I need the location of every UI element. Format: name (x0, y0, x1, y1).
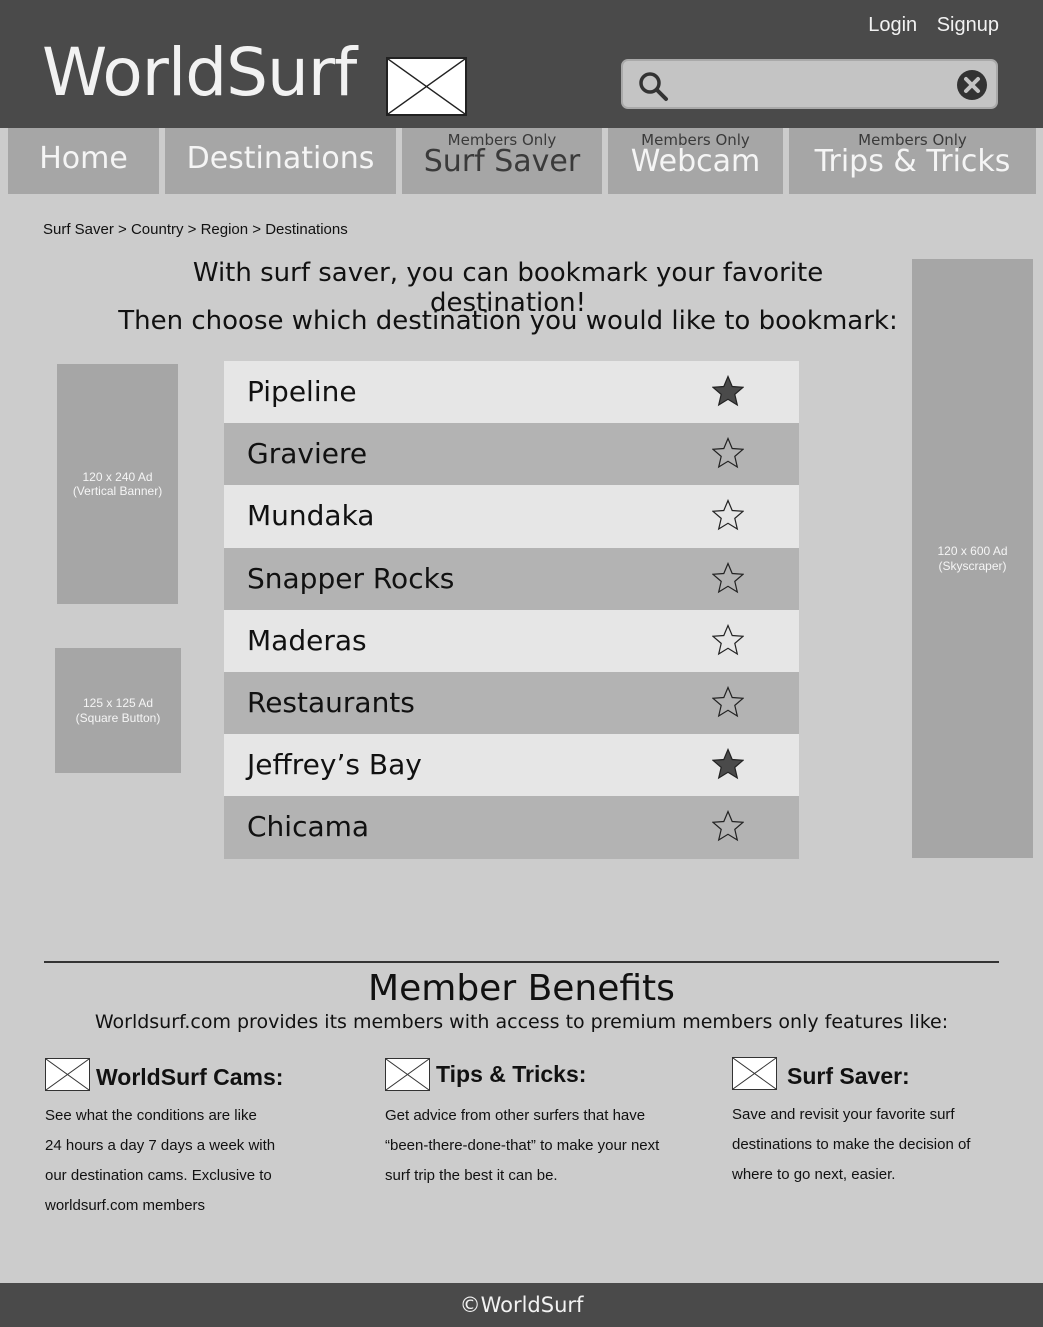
destination-name: Maderas (247, 623, 367, 657)
benefit-line: 24 hours a day 7 days a week with (45, 1137, 276, 1154)
benefit-text: Get advice from other surfers that have … (385, 1101, 685, 1191)
intro-line-2: Then choose which destination you would … (118, 306, 898, 336)
signup-link[interactable]: Signup (937, 14, 999, 36)
tab-label: Surf Saver (423, 144, 581, 179)
clear-icon[interactable] (956, 69, 988, 101)
destination-list: Pipeline Graviere Mundaka Snapper Rocks Made… (224, 361, 799, 859)
ad-square-button[interactable]: 125 x 125 Ad (Square Button) (55, 648, 181, 773)
tab-trips-tricks[interactable]: Members Only Trips & Tricks (789, 128, 1036, 194)
benefit-line: our destination cams. Exclusive to (45, 1167, 272, 1184)
destination-row[interactable]: Restaurants (224, 671, 799, 735)
logo-image-placeholder (386, 57, 467, 116)
destination-name: Restaurants (247, 685, 415, 719)
tab-webcam[interactable]: Members Only Webcam (608, 128, 783, 194)
destination-name: Mundaka (247, 499, 375, 533)
image-placeholder-icon (732, 1057, 777, 1090)
destination-row[interactable]: Snapper Rocks (224, 547, 799, 610)
benefit-title: Surf Saver: (787, 1063, 910, 1089)
ad-size-label: 120 x 600 Ad (937, 544, 1008, 559)
tab-home[interactable]: Home (8, 128, 159, 194)
benefit-line: Get advice from other surfers that have (385, 1107, 646, 1124)
tab-label: Destinations (186, 141, 375, 176)
ad-vertical-banner[interactable]: 120 x 240 Ad (Vertical Banner) (57, 364, 178, 604)
search-input[interactable] (679, 67, 949, 101)
star-filled-icon[interactable] (712, 748, 744, 780)
destination-name: Pipeline (247, 375, 357, 408)
tab-label: Trips & Tricks (814, 144, 1011, 179)
star-filled-icon[interactable] (712, 375, 744, 407)
benefit-text: Save and revisit your favorite surf dest… (732, 1100, 1032, 1190)
tab-destinations[interactable]: Destinations (165, 128, 396, 194)
star-outline-icon[interactable] (712, 623, 744, 656)
benefit-line: destinations to make the decision of (732, 1136, 971, 1153)
benefit-line: See what the conditions are like (45, 1107, 257, 1124)
benefit-line: where to go next, easier. (732, 1166, 896, 1183)
ad-type-label: (Skyscraper) (938, 558, 1007, 573)
benefit-text: See what the conditions are like 24 hour… (45, 1101, 345, 1221)
star-outline-icon[interactable] (712, 810, 744, 842)
search-bar (621, 59, 998, 109)
ad-type-label: (Square Button) (75, 710, 161, 725)
destination-row[interactable]: Mundaka (224, 485, 799, 548)
breadcrumb[interactable]: Surf Saver > Country > Region > Destinat… (43, 221, 348, 238)
destination-name: Graviere (247, 437, 368, 471)
ad-skyscraper[interactable]: 120 x 600 Ad (Skyscraper) (912, 259, 1033, 858)
destination-name: Jeffrey’s Bay (247, 748, 422, 782)
site-header: WorldSurf Login Signup (0, 0, 1043, 128)
destination-row[interactable]: Maderas (224, 609, 799, 672)
member-benefits-title: Member Benefits (368, 968, 675, 1009)
image-placeholder-icon (385, 1058, 430, 1091)
section-divider (44, 961, 999, 963)
tab-label: Webcam (630, 144, 761, 179)
star-outline-icon[interactable] (712, 685, 744, 718)
star-outline-icon[interactable] (712, 561, 744, 594)
destination-name: Snapper Rocks (247, 561, 455, 595)
ad-type-label: (Vertical Banner) (72, 484, 163, 498)
benefit-title: Tips & Tricks: (436, 1061, 587, 1087)
login-link[interactable]: Login (868, 14, 917, 36)
ad-size-label: 120 x 240 Ad (82, 469, 153, 484)
destination-name: Chicama (247, 810, 370, 844)
destination-row[interactable]: Pipeline (224, 361, 799, 424)
main-nav: Home Destinations Members Only Surf Save… (0, 128, 1043, 196)
star-outline-icon[interactable] (712, 499, 744, 531)
benefit-title: WorldSurf Cams: (96, 1064, 284, 1090)
auth-links: Login Signup (854, 14, 999, 37)
site-footer: ©WorldSurf (0, 1283, 1043, 1327)
destination-row[interactable]: Chicama (224, 796, 799, 859)
destination-row[interactable]: Graviere (224, 423, 799, 486)
member-benefits-subtitle: Worldsurf.com provides its members with … (94, 1011, 949, 1033)
destination-row[interactable]: Jeffrey’s Bay (224, 734, 799, 797)
search-icon[interactable] (637, 70, 669, 102)
image-placeholder-icon (45, 1058, 90, 1091)
ad-size-label: 125 x 125 Ad (82, 696, 154, 711)
benefit-line: surf trip the best it can be. (385, 1167, 558, 1184)
benefit-line: Save and revisit your favorite surf (732, 1106, 955, 1123)
benefit-line: “been-there-done-that” to make your next (385, 1137, 660, 1154)
benefit-line: worldsurf.com members (45, 1197, 206, 1214)
star-outline-icon[interactable] (712, 437, 744, 469)
site-logo[interactable]: WorldSurf (42, 40, 357, 106)
tab-label: Home (39, 141, 128, 176)
tab-surf-saver[interactable]: Members Only Surf Saver (402, 128, 602, 194)
